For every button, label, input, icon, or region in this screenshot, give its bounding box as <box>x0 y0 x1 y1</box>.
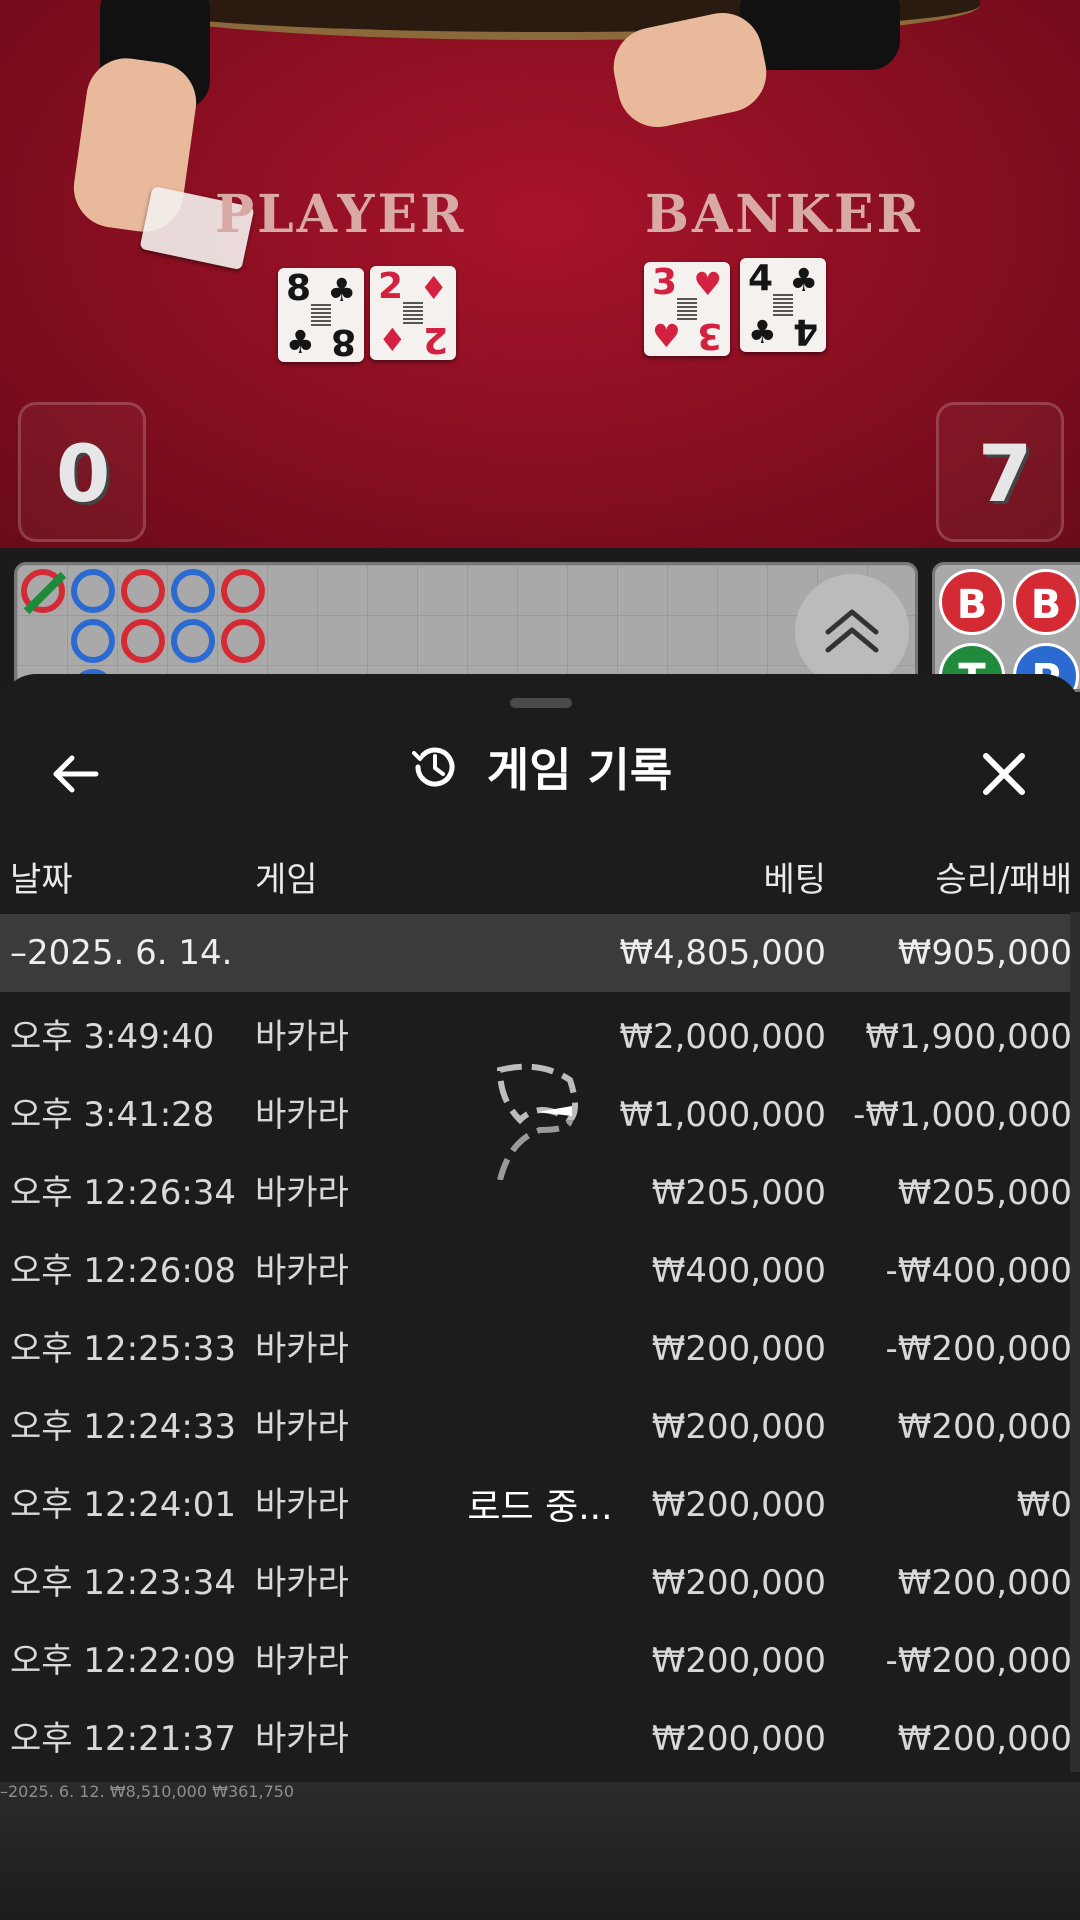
row-win-loss: ₩200,000 <box>897 1719 1072 1759</box>
banker-card-1: 3 ♥ ♥ 3 <box>644 262 730 356</box>
row-game: 바카라 <box>255 1251 349 1291</box>
row-win-loss: -₩1,000,000 <box>853 1095 1072 1135</box>
row-bet: ₩205,000 <box>651 1173 826 1213</box>
table-row[interactable]: 오후 12:22:09 바카라 ₩200,000 -₩200,000 <box>0 1622 1080 1700</box>
scrollbar[interactable] <box>1070 912 1080 1772</box>
row-bet: ₩200,000 <box>651 1329 826 1369</box>
row-time: 오후 12:22:09 <box>10 1641 237 1681</box>
row-bet: ₩200,000 <box>651 1407 826 1447</box>
bead-banker <box>121 619 165 663</box>
sheet-title: 게임 기록 <box>486 743 673 797</box>
row-win-loss: ₩1,900,000 <box>865 1017 1072 1057</box>
game-screen: PLAYER BANKER 8 ♣ ♣ 8 2 ♦ ♦ 2 3 ♥ ♥ 3 4 … <box>0 0 1080 1920</box>
row-bet: ₩200,000 <box>651 1485 826 1525</box>
row-bet: ₩200,000 <box>651 1719 826 1759</box>
bead-player <box>71 619 115 663</box>
date-group-header[interactable]: –2025. 6. 12. ₩8,510,000 ₩361,750 <box>0 1782 1080 1920</box>
row-win-loss: -₩400,000 <box>885 1251 1073 1291</box>
table-row[interactable]: 오후 12:24:33 바카라 ₩200,000 ₩200,000 <box>0 1388 1080 1466</box>
group-date: –2025. 6. 14. <box>10 933 233 973</box>
sheet-drag-handle[interactable] <box>510 698 572 708</box>
row-bet: ₩400,000 <box>651 1251 826 1291</box>
row-time: 오후 12:21:37 <box>10 1719 237 1759</box>
group-win-loss-total: ₩905,000 <box>897 933 1072 973</box>
row-time: 오후 12:26:08 <box>10 1251 237 1291</box>
column-header-game: 게임 <box>255 860 318 900</box>
close-button[interactable] <box>968 738 1040 810</box>
table-row[interactable]: 오후 12:25:33 바카라 ₩200,000 -₩200,000 <box>0 1310 1080 1388</box>
group-bet-total: ₩4,805,000 <box>619 933 826 973</box>
group-bet-total: ₩8,510,000 <box>109 1782 208 1801</box>
row-game: 바카라 <box>255 1485 349 1525</box>
live-table-video: PLAYER BANKER 8 ♣ ♣ 8 2 ♦ ♦ 2 3 ♥ ♥ 3 4 … <box>0 0 1080 548</box>
row-win-loss: ₩0 <box>1016 1485 1072 1525</box>
row-game: 바카라 <box>255 1173 349 1213</box>
table-row[interactable]: 오후 12:23:34 바카라 ₩200,000 ₩200,000 <box>0 1544 1080 1622</box>
game-history-sheet: 게임 기록 날짜 게임 베팅 승리/패배 –2025. 6. 14. ₩4,80… <box>0 674 1080 1920</box>
row-time: 오후 12:24:01 <box>10 1485 237 1525</box>
row-time: 오후 3:49:40 <box>10 1017 215 1057</box>
history-icon <box>411 747 455 787</box>
row-time: 오후 12:26:34 <box>10 1173 237 1213</box>
banker-label: BANKER <box>645 184 923 245</box>
row-win-loss: ₩200,000 <box>897 1563 1072 1603</box>
row-game: 바카라 <box>255 1329 349 1369</box>
bead-banker <box>221 619 265 663</box>
bead-road[interactable] <box>14 562 918 692</box>
row-game: 바카라 <box>255 1407 349 1447</box>
player-label: PLAYER <box>215 184 467 245</box>
banker-predict-disc[interactable]: B <box>939 569 1005 635</box>
column-header-date: 날짜 <box>10 860 73 900</box>
player-score: 0 <box>56 430 111 520</box>
row-win-loss: -₩200,000 <box>885 1641 1073 1681</box>
loading-text: 로드 중... <box>467 1487 613 1528</box>
row-time: 오후 3:41:28 <box>10 1095 215 1135</box>
banker-predict-disc[interactable]: B <box>1013 569 1079 635</box>
table-row[interactable]: 오후 12:21:37 바카라 ₩200,000 ₩200,000 <box>0 1700 1080 1778</box>
expand-roadmap-button[interactable] <box>795 574 909 688</box>
bead-player <box>71 569 115 613</box>
row-game: 바카라 <box>255 1017 349 1057</box>
row-time: 오후 12:23:34 <box>10 1563 237 1603</box>
loading-spinner-icon <box>496 1063 578 1180</box>
group-date: –2025. 6. 12. <box>0 1782 105 1801</box>
close-icon <box>983 753 1025 795</box>
banker-card-2: 4 ♣ ♣ 4 <box>740 258 826 352</box>
row-time: 오후 12:25:33 <box>10 1329 237 1369</box>
table-row[interactable]: 오후 12:26:08 바카라 ₩400,000 -₩400,000 <box>0 1232 1080 1310</box>
row-time: 오후 12:24:33 <box>10 1407 237 1447</box>
row-bet: ₩1,000,000 <box>619 1095 826 1135</box>
row-game: 바카라 <box>255 1563 349 1603</box>
date-group-header[interactable]: –2025. 6. 14. ₩4,805,000 ₩905,000 <box>0 914 1080 992</box>
bead-banker <box>121 569 165 613</box>
bead-player <box>171 569 215 613</box>
banker-score: 7 <box>978 430 1033 520</box>
row-game: 바카라 <box>255 1095 349 1135</box>
column-header-win-loss: 승리/패배 <box>935 860 1072 900</box>
row-bet: ₩2,000,000 <box>619 1017 826 1057</box>
bead-banker <box>221 569 265 613</box>
chevron-double-up-icon <box>825 609 879 653</box>
row-win-loss: ₩200,000 <box>897 1407 1072 1447</box>
bead-player <box>171 619 215 663</box>
row-win-loss: -₩200,000 <box>885 1329 1073 1369</box>
row-bet: ₩200,000 <box>651 1641 826 1681</box>
prediction-panel[interactable]: B B T P <box>932 562 1080 692</box>
group-win-loss-total: ₩361,750 <box>212 1782 295 1801</box>
row-game: 바카라 <box>255 1641 349 1681</box>
column-header-bet: 베팅 <box>763 860 826 900</box>
row-win-loss: ₩205,000 <box>897 1173 1072 1213</box>
player-card-1: 8 ♣ ♣ 8 <box>278 268 364 362</box>
row-game: 바카라 <box>255 1719 349 1759</box>
row-bet: ₩200,000 <box>651 1563 826 1603</box>
player-card-2: 2 ♦ ♦ 2 <box>370 266 456 360</box>
sheet-header: 게임 기록 <box>0 734 1080 814</box>
